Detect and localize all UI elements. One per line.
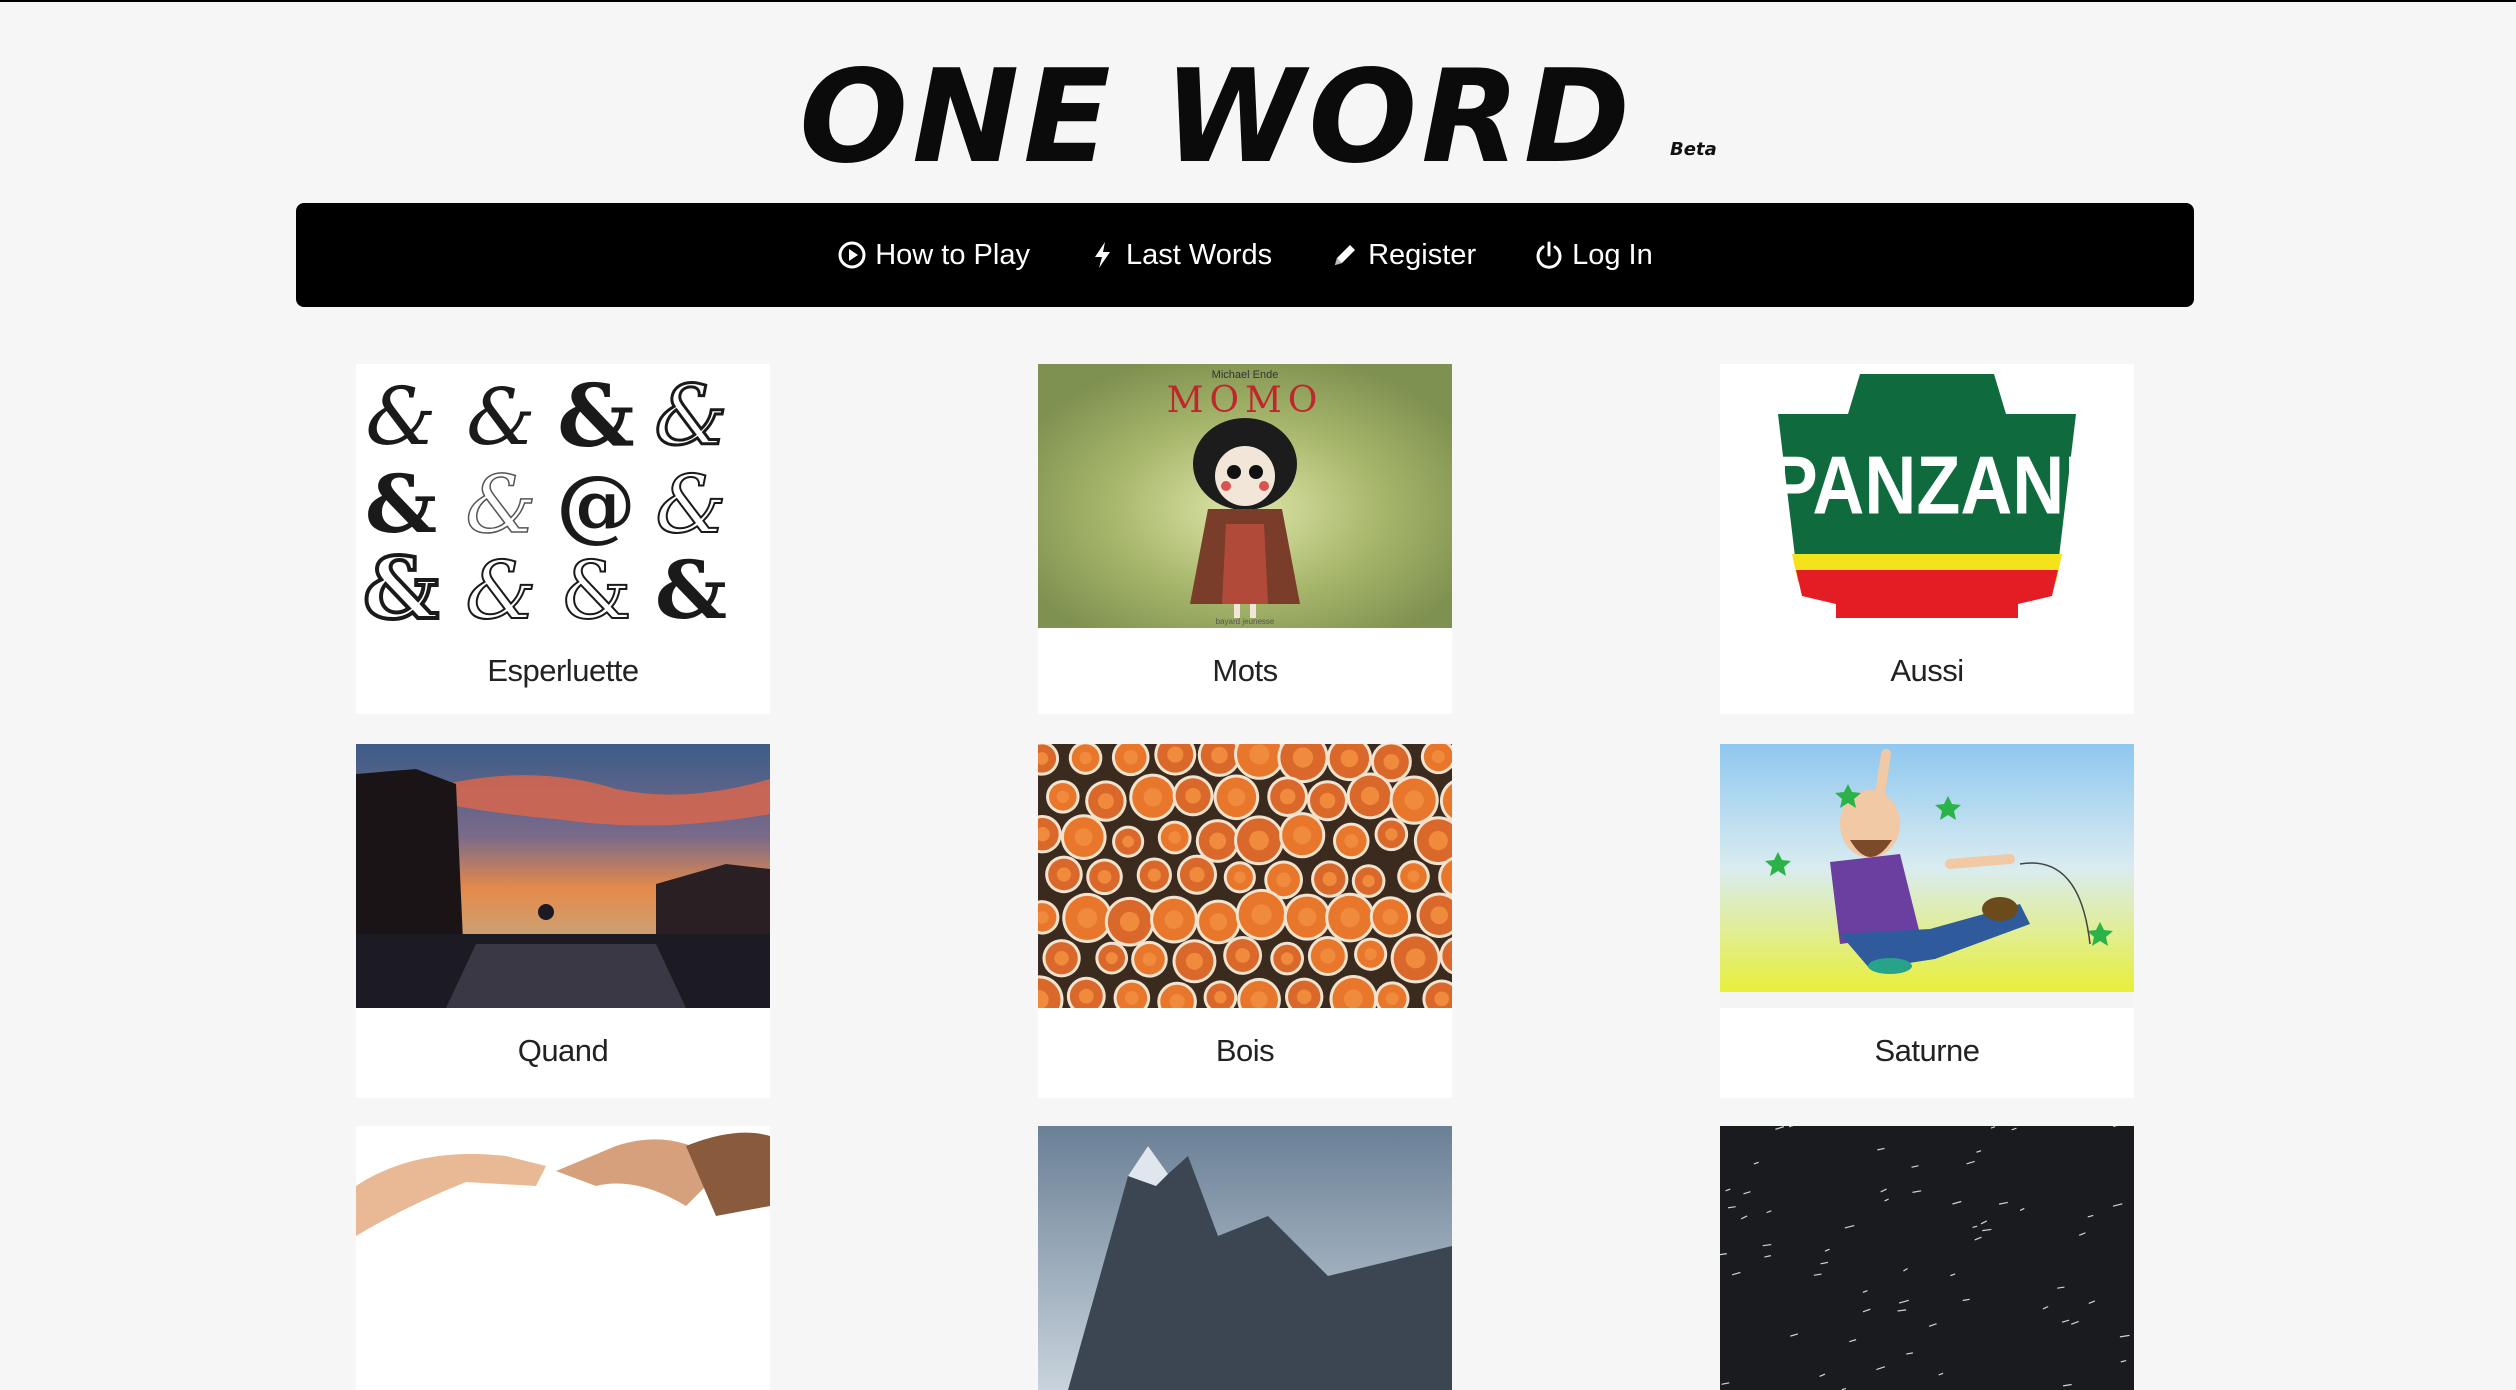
beta-badge: Beta xyxy=(1670,139,1717,160)
card-word: Quand xyxy=(356,1008,770,1094)
logo-text: One Word xyxy=(799,54,1634,182)
word-card[interactable]: Saturne xyxy=(1720,744,2134,1098)
site-logo[interactable]: One Word Beta xyxy=(0,42,2516,182)
word-card[interactable]: PANZANI Aussi xyxy=(1720,364,2134,714)
card-image-night-sky xyxy=(1720,1126,2134,1390)
nav-last-words[interactable]: Last Words xyxy=(1088,239,1272,272)
card-image-momo-book: Michael Ende MOMO bayard jeunesse xyxy=(1038,364,1452,628)
svg-text:&: & xyxy=(465,458,536,551)
svg-text:@: @ xyxy=(556,457,636,551)
svg-text:&: & xyxy=(466,373,535,463)
card-image-ampersands: & & & & & & @ & & & & & xyxy=(356,364,770,628)
word-card[interactable] xyxy=(356,1126,770,1236)
word-card[interactable] xyxy=(1720,1126,2134,1236)
word-card[interactable]: Bois xyxy=(1038,744,1452,1098)
svg-text:&: & xyxy=(655,543,727,628)
card-word: Esperluette xyxy=(356,628,770,714)
word-card[interactable]: Quand xyxy=(356,744,770,1098)
svg-text:&: & xyxy=(365,457,437,551)
word-card[interactable]: & & & & & & @ & & & & & Esperluette xyxy=(356,364,770,714)
card-image-sunset-street xyxy=(356,744,770,1008)
play-circle-icon xyxy=(837,240,867,270)
panzani-text: PANZANI xyxy=(1770,440,2085,532)
card-image-mountain-peaks xyxy=(1038,1126,1452,1390)
card-word: Bois xyxy=(1038,1008,1452,1094)
card-word: Saturne xyxy=(1720,1008,2134,1094)
card-image-cartoon-dizzy-man xyxy=(1720,744,2134,1008)
nav-register[interactable]: Register xyxy=(1330,239,1476,272)
power-icon xyxy=(1534,240,1564,270)
word-card[interactable]: Michael Ende MOMO bayard jeunesse Mots xyxy=(1038,364,1452,714)
momo-title: MOMO xyxy=(1167,380,1324,421)
nav-label: How to Play xyxy=(875,239,1030,272)
card-word: Mots xyxy=(1038,628,1452,714)
nav-label: Register xyxy=(1368,239,1476,272)
svg-text:&: & xyxy=(655,458,726,551)
nav-how-to-play[interactable]: How to Play xyxy=(837,239,1030,272)
card-word: Aussi xyxy=(1720,628,2134,714)
svg-text:bayard jeunesse: bayard jeunesse xyxy=(1216,617,1275,626)
svg-text:&: & xyxy=(655,369,728,464)
main-navbar: How to Play Last Words Register Log In xyxy=(296,203,2194,307)
card-image-panzani-logo: PANZANI xyxy=(1720,364,2134,628)
pencil-icon xyxy=(1330,240,1360,270)
card-image-joined-hands xyxy=(356,1126,770,1390)
svg-text:&: & xyxy=(365,370,436,463)
card-image-log-pile xyxy=(1038,744,1452,1008)
svg-text:&: & xyxy=(465,544,536,628)
nav-label: Log In xyxy=(1572,239,1653,272)
bolt-icon xyxy=(1088,240,1118,270)
nav-log-in[interactable]: Log In xyxy=(1534,239,1653,272)
nav-label: Last Words xyxy=(1126,239,1272,272)
svg-text:&: & xyxy=(363,539,439,628)
svg-text:&: & xyxy=(557,366,635,467)
svg-text:&: & xyxy=(560,544,631,628)
word-card[interactable] xyxy=(1038,1126,1452,1236)
